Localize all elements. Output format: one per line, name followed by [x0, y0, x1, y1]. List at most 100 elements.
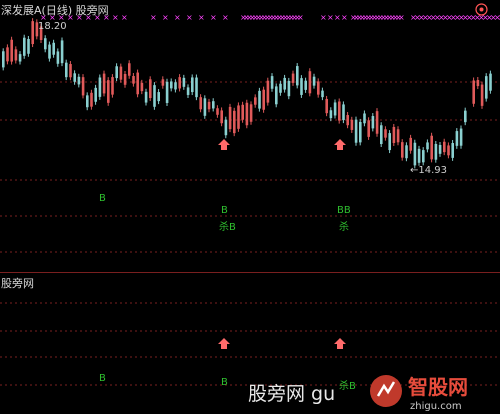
- candle-body: [329, 110, 333, 119]
- candle-body: [60, 40, 64, 64]
- candle-body: [409, 137, 412, 151]
- candle-body: [266, 80, 270, 103]
- candle-body: [338, 101, 341, 121]
- candle-body: [375, 111, 379, 134]
- candle-body: [153, 85, 156, 107]
- buy-arrow-icon: [218, 139, 230, 150]
- candle-body: [31, 21, 34, 45]
- buy-arrow-icon: [334, 338, 346, 349]
- candle-body: [23, 37, 26, 56]
- candle-body: [165, 81, 169, 103]
- candle-body: [480, 84, 484, 106]
- candle-body: [220, 110, 223, 124]
- top-markers-row: × × × × × × × × × × × × × × × × × ×××××××××××××××××××× × × ×…: [40, 13, 500, 22]
- logo-icon: 智股网 zhigu.com: [370, 375, 468, 412]
- candle-body: [270, 76, 274, 89]
- candle-body: [144, 91, 148, 103]
- candle-body: [476, 79, 480, 87]
- candle-body: [56, 51, 60, 64]
- candles-group: [2, 18, 492, 169]
- candle-body: [384, 129, 387, 138]
- candle-body: [2, 51, 5, 68]
- stock-title: 深发展A(日线) 股旁网: [1, 4, 109, 17]
- buy-arrow-icon: [334, 139, 346, 150]
- logo-text: 智股网: [408, 375, 468, 399]
- x-marker: ×: [112, 13, 119, 22]
- candle-body: [73, 73, 76, 82]
- candle-body: [111, 77, 114, 95]
- candle-body: [191, 77, 194, 93]
- candle-body: [98, 77, 102, 97]
- candle-body: [140, 82, 144, 92]
- candle-body: [422, 150, 425, 163]
- candle-body: [128, 63, 131, 76]
- candle-body: [321, 90, 324, 98]
- candle-body: [199, 97, 202, 110]
- candle-body: [333, 102, 337, 116]
- candle-body: [132, 76, 135, 84]
- candle-body: [161, 79, 165, 86]
- settings-circle-icon[interactable]: [475, 3, 488, 16]
- x-marker: ×: [327, 13, 334, 22]
- candle-body: [300, 78, 303, 95]
- candle-body: [207, 101, 211, 110]
- x-marker: ×: [222, 13, 229, 22]
- candle-body: [317, 81, 320, 95]
- candle-body: [224, 119, 228, 136]
- candle-body: [52, 42, 55, 55]
- candle-body: [455, 131, 459, 146]
- candle-body: [489, 73, 492, 91]
- candle-body: [174, 82, 177, 90]
- candle-body: [14, 49, 18, 61]
- signal-sell: 杀: [339, 222, 349, 233]
- candle-body: [279, 83, 282, 93]
- candle-body: [350, 119, 354, 130]
- candle-body: [216, 108, 219, 115]
- x-marker: ×: [174, 13, 181, 22]
- candle-body: [413, 142, 417, 166]
- candle-body: [346, 115, 349, 126]
- candle-body: [459, 128, 463, 146]
- candle-body: [308, 71, 312, 94]
- candle-body: [275, 86, 278, 105]
- x-marker: ×: [297, 13, 304, 22]
- candle-body: [119, 66, 123, 80]
- x-marker: ×: [341, 13, 348, 22]
- candle-body: [27, 38, 30, 54]
- candle-body: [296, 66, 299, 86]
- candle-body: [342, 104, 345, 121]
- signal-sell-b: 杀B: [219, 222, 236, 233]
- candle-body: [233, 110, 236, 134]
- candle-body: [107, 80, 110, 103]
- candle-body: [115, 66, 118, 79]
- x-marker: ×: [162, 13, 169, 22]
- candle-body: [237, 105, 240, 129]
- candle-body: [170, 81, 173, 89]
- candle-body: [249, 104, 253, 122]
- candle-body: [178, 77, 181, 89]
- candle-body: [195, 77, 198, 98]
- candle-body: [451, 143, 454, 158]
- candle-body: [65, 62, 68, 78]
- x-marker: ×: [186, 13, 193, 22]
- candle-body: [405, 145, 408, 159]
- x-marker: ×: [150, 13, 157, 22]
- candle-body: [203, 98, 207, 116]
- price-panel: × × × × × × × × × × × × × × × × × × × × × × × × × × × × × × × × × × × × × × × ×…: [0, 0, 500, 272]
- candle-body: [417, 148, 421, 163]
- candle-body: [304, 80, 307, 90]
- candle-body: [44, 38, 47, 50]
- candle-body: [396, 129, 400, 143]
- candle-body: [212, 101, 215, 109]
- candle-body: [472, 80, 475, 104]
- candle-body: [367, 120, 370, 137]
- candle-body: [102, 73, 106, 94]
- candle-body: [123, 73, 127, 85]
- candle-body: [262, 89, 265, 110]
- candle-body: [90, 92, 93, 107]
- candle-body: [81, 77, 85, 96]
- candle-body: [157, 92, 160, 102]
- x-marker: ×: [334, 13, 341, 22]
- candle-body: [291, 73, 295, 83]
- candle-body: [136, 72, 139, 95]
